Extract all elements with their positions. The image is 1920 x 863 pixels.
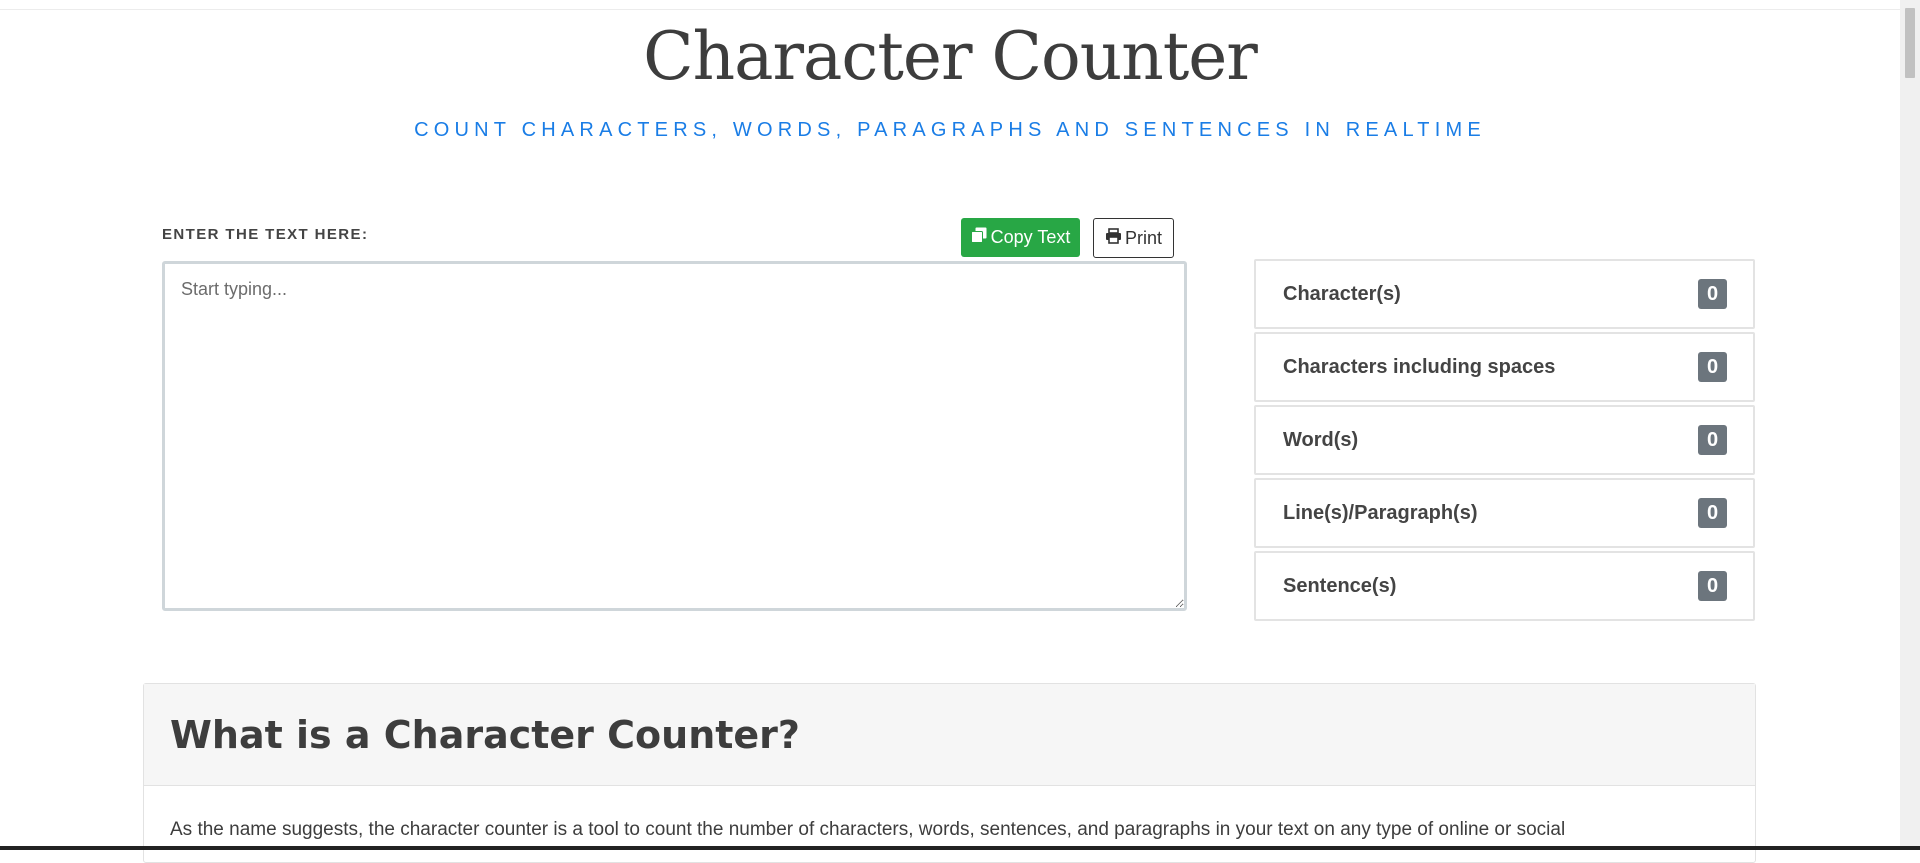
stat-count-badge: 0 [1698,498,1727,528]
info-card-header: What is a Character Counter? [144,684,1755,786]
stat-label: Sentence(s) [1283,574,1397,597]
info-heading: What is a Character Counter? [170,712,800,757]
print-label: Print [1124,227,1162,248]
page-title: Character Counter [643,18,1258,95]
info-body: As the name suggests, the character coun… [170,819,1566,840]
stat-label: Word(s) [1283,428,1359,451]
window-bottom-edge [0,846,1920,850]
stat-count-badge: 0 [1698,352,1727,382]
top-border [0,0,1900,10]
stat-label: Line(s)/Paragraph(s) [1283,501,1478,524]
page: Character Counter COUNT CHARACTERS, WORD… [0,0,1900,863]
stat-sentences: Sentence(s) 0 [1254,551,1755,621]
stat-count-badge: 0 [1698,425,1727,455]
page-subtitle: COUNT CHARACTERS, WORDS, PARAGRAPHS AND … [414,119,1486,141]
info-card: What is a Character Counter? As the name… [143,683,1756,863]
stat-lines-paragraphs: Line(s)/Paragraph(s) 0 [1254,478,1755,548]
vertical-scrollbar[interactable] [1900,0,1920,850]
text-input-area[interactable] [162,261,1187,611]
stat-count-badge: 0 [1698,571,1727,601]
stat-label: Characters including spaces [1283,355,1556,378]
copy-text-label: Copy Text [990,227,1071,247]
text-input-label: ENTER THE TEXT HERE: [162,226,369,243]
stats-list: Character(s) 0 Characters including spac… [1254,259,1755,623]
stat-label: Character(s) [1283,282,1401,305]
copy-icon [970,227,987,248]
print-button[interactable]: Print [1093,218,1174,258]
copy-text-button[interactable]: Copy Text [961,218,1080,257]
stat-characters: Character(s) 0 [1254,259,1755,329]
scrollbar-thumb[interactable] [1905,8,1915,78]
stat-characters-with-spaces: Characters including spaces 0 [1254,332,1755,402]
stat-words: Word(s) 0 [1254,405,1755,475]
print-icon [1105,227,1122,249]
stat-count-badge: 0 [1698,279,1727,309]
